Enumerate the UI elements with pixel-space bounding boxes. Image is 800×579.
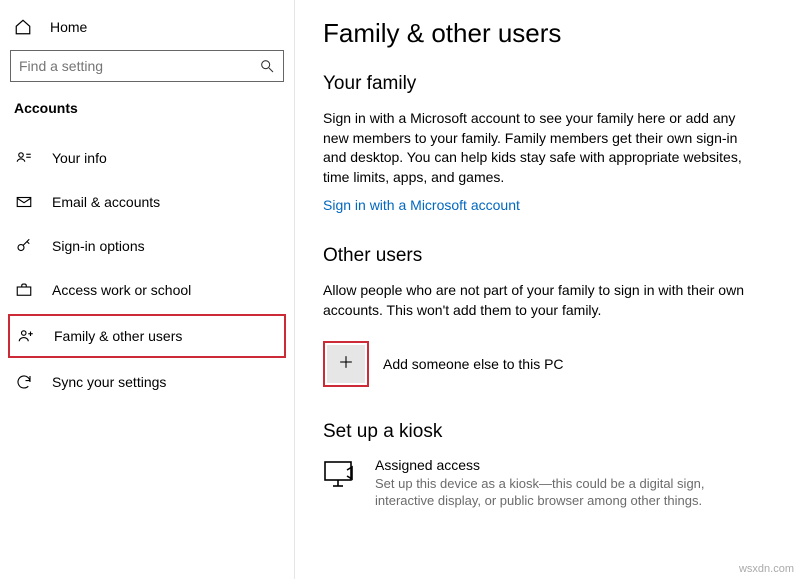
sidebar-item-label: Email & accounts <box>52 194 160 210</box>
assigned-access-row[interactable]: Assigned access Set up this device as a … <box>323 457 772 510</box>
person-card-icon <box>14 148 34 168</box>
add-user-row[interactable]: Add someone else to this PC <box>323 341 772 387</box>
sidebar-item-family-other-users[interactable]: Family & other users <box>8 314 286 358</box>
home-button[interactable]: Home <box>0 10 294 50</box>
page-title: Family & other users <box>323 18 772 49</box>
sidebar-item-label: Family & other users <box>54 328 182 344</box>
sidebar-item-label: Access work or school <box>52 282 191 298</box>
signin-microsoft-link[interactable]: Sign in with a Microsoft account <box>323 197 520 213</box>
add-button-highlight <box>323 341 369 387</box>
sidebar-item-work-school[interactable]: Access work or school <box>0 268 294 312</box>
kiosk-heading: Set up a kiosk <box>323 421 772 443</box>
search-container <box>0 50 294 100</box>
category-label: Accounts <box>0 100 294 136</box>
add-user-label: Add someone else to this PC <box>383 356 564 372</box>
sync-icon <box>14 372 34 392</box>
sidebar-item-signin-options[interactable]: Sign-in options <box>0 224 294 268</box>
sidebar-item-label: Sign-in options <box>52 238 145 254</box>
search-input[interactable] <box>19 58 259 74</box>
search-box[interactable] <box>10 50 284 82</box>
people-add-icon <box>16 326 36 346</box>
other-users-heading: Other users <box>323 245 772 267</box>
other-users-description: Allow people who are not part of your fa… <box>323 281 763 320</box>
home-icon <box>14 18 32 36</box>
sidebar-item-label: Sync your settings <box>52 374 166 390</box>
add-user-button[interactable] <box>327 345 365 383</box>
plus-icon <box>336 352 356 375</box>
mail-icon <box>14 192 34 212</box>
key-icon <box>14 236 34 256</box>
assigned-access-description: Set up this device as a kiosk—this could… <box>375 475 755 510</box>
sidebar-item-email-accounts[interactable]: Email & accounts <box>0 180 294 224</box>
assigned-access-title: Assigned access <box>375 457 755 473</box>
sidebar-item-label: Your info <box>52 150 107 166</box>
assigned-access-text: Assigned access Set up this device as a … <box>375 457 755 510</box>
home-label: Home <box>50 19 87 35</box>
watermark: wsxdn.com <box>739 563 794 575</box>
sidebar-item-your-info[interactable]: Your info <box>0 136 294 180</box>
search-icon <box>259 58 275 74</box>
briefcase-icon <box>14 280 34 300</box>
sidebar-item-sync-settings[interactable]: Sync your settings <box>0 360 294 404</box>
sidebar: Home Accounts Your info Email & accounts… <box>0 0 295 579</box>
content-pane: Family & other users Your family Sign in… <box>295 0 800 579</box>
kiosk-icon <box>323 459 359 489</box>
family-heading: Your family <box>323 73 772 95</box>
family-description: Sign in with a Microsoft account to see … <box>323 109 763 187</box>
